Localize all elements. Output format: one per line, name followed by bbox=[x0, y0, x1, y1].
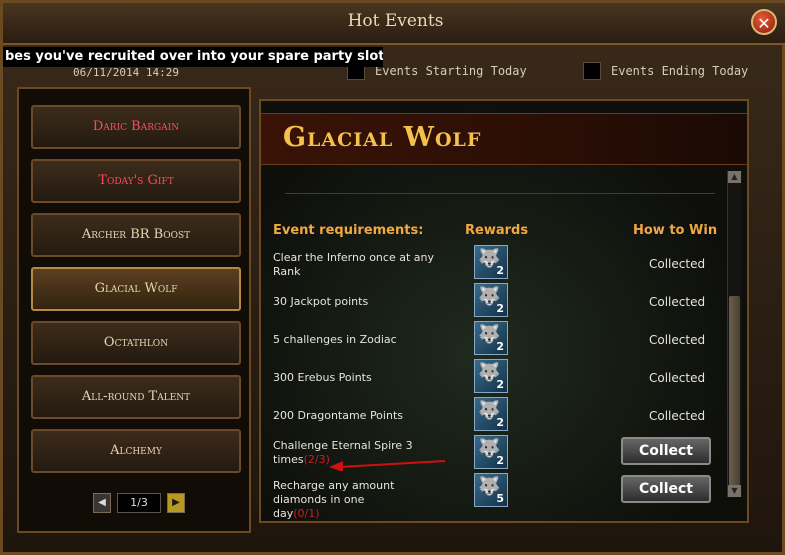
requirement-text: Clear the Inferno once at any Rank bbox=[273, 251, 434, 278]
reward-item[interactable]: 🐺 2 bbox=[474, 245, 508, 279]
reward-count: 2 bbox=[496, 454, 504, 467]
status-text: Collected bbox=[649, 295, 706, 309]
scroll-thumb[interactable] bbox=[729, 296, 740, 486]
divider bbox=[285, 193, 715, 194]
window-title: Hot Events bbox=[347, 11, 444, 31]
event-todays-gift[interactable]: Today's Gift bbox=[31, 159, 241, 203]
reward-item[interactable]: 🐺 2 bbox=[474, 435, 508, 469]
reward-item[interactable]: 🐺 2 bbox=[474, 359, 508, 393]
reward-count: 2 bbox=[496, 416, 504, 429]
requirement-row: 200 Dragontame Points 🐺 2 Collected bbox=[261, 397, 731, 435]
reward-item[interactable]: 🐺 2 bbox=[474, 321, 508, 355]
ending-today-checkbox[interactable] bbox=[583, 62, 601, 80]
requirement-text: 200 Dragontame Points bbox=[273, 409, 403, 422]
reward-count: 2 bbox=[496, 340, 504, 353]
event-alchemy[interactable]: Alchemy bbox=[31, 429, 241, 473]
status-text: Collected bbox=[649, 409, 706, 423]
reward-count: 2 bbox=[496, 378, 504, 391]
rewards-header: Rewards bbox=[465, 223, 529, 238]
reward-count: 5 bbox=[496, 492, 504, 505]
reward-item[interactable]: 🐺 2 bbox=[474, 397, 508, 431]
prev-page-button[interactable]: ◀ bbox=[93, 493, 111, 513]
reward-item[interactable]: 🐺 2 bbox=[474, 283, 508, 317]
status-text: Collected bbox=[649, 333, 706, 347]
event-detail-panel: Glacial Wolf Event requirements: Rewards… bbox=[259, 99, 749, 523]
event-title: Glacial Wolf bbox=[283, 122, 482, 153]
event-glacial-wolf[interactable]: Glacial Wolf bbox=[31, 267, 241, 311]
next-page-button[interactable]: ▶ bbox=[167, 493, 185, 513]
reward-item[interactable]: 🐺 5 bbox=[474, 473, 508, 507]
requirement-text: 30 Jackpot points bbox=[273, 295, 369, 308]
requirement-text: Recharge any amount diamonds in one day(… bbox=[273, 479, 395, 520]
progress-text: (0/1) bbox=[293, 507, 320, 520]
status-text: Collected bbox=[649, 371, 706, 385]
scrollbar[interactable]: ▲ ▼ bbox=[727, 171, 742, 497]
annotation-arrow-icon bbox=[329, 460, 446, 471]
page-indicator: 1/3 bbox=[117, 493, 161, 513]
event-octathlon[interactable]: Octathlon bbox=[31, 321, 241, 365]
requirement-row: 30 Jackpot points 🐺 2 Collected bbox=[261, 283, 731, 321]
collect-button[interactable]: Collect bbox=[621, 437, 711, 465]
status-text: Collected bbox=[649, 257, 706, 271]
hot-events-window: Hot Events ✕ 06/11/2014 14:29 Events Sta… bbox=[0, 0, 785, 555]
reward-count: 2 bbox=[496, 264, 504, 277]
ending-today-label: Events Ending Today bbox=[611, 64, 749, 78]
event-list-panel: Daric Bargain Today's Gift Archer BR Boo… bbox=[17, 87, 251, 533]
event-daric-bargain[interactable]: Daric Bargain bbox=[31, 105, 241, 149]
requirement-row: 5 challenges in Zodiac 🐺 2 Collected bbox=[261, 321, 731, 359]
event-archer-br-boost[interactable]: Archer BR Boost bbox=[31, 213, 241, 257]
tooltip-text: bes you've recruited over into your spar… bbox=[3, 47, 383, 67]
how-to-win-header: How to Win bbox=[633, 223, 718, 238]
requirement-row: Recharge any amount diamonds in one day(… bbox=[261, 473, 731, 520]
requirement-row: 300 Erebus Points 🐺 2 Collected bbox=[261, 359, 731, 397]
title-bar: Hot Events ✕ bbox=[3, 3, 785, 45]
starting-today-label: Events Starting Today bbox=[375, 64, 527, 78]
filter-ending-today[interactable]: Events Ending Today bbox=[583, 61, 748, 81]
scroll-down-button[interactable]: ▼ bbox=[728, 485, 741, 497]
event-banner: Glacial Wolf bbox=[261, 113, 747, 165]
reward-count: 2 bbox=[496, 302, 504, 315]
date-text: 06/11/2014 14:29 bbox=[73, 66, 179, 79]
collect-button[interactable]: Collect bbox=[621, 475, 711, 503]
event-all-round-talent[interactable]: All-round Talent bbox=[31, 375, 241, 419]
close-button[interactable]: ✕ bbox=[751, 9, 777, 35]
requirement-text: 5 challenges in Zodiac bbox=[273, 333, 397, 346]
requirements-header: Event requirements: bbox=[273, 223, 424, 238]
requirement-text: 300 Erebus Points bbox=[273, 371, 372, 384]
requirement-row: Clear the Inferno once at any Rank 🐺 2 C… bbox=[261, 245, 731, 283]
scroll-up-button[interactable]: ▲ bbox=[728, 171, 741, 183]
pagination: ◀ 1/3 ▶ bbox=[93, 493, 189, 515]
